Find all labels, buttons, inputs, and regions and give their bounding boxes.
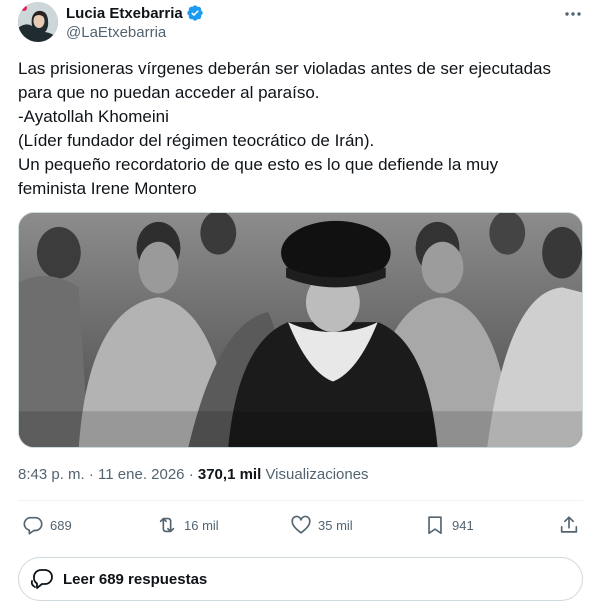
tweet-text-line: Un pequeño recordatorio de que esto es l… xyxy=(18,155,499,174)
chat-bubbles-icon xyxy=(30,569,53,589)
author-handle[interactable]: @LaEtxebarria xyxy=(66,24,204,41)
views-count: 370,1 mil xyxy=(197,466,262,483)
bookmark-button[interactable]: 941 xyxy=(424,512,474,538)
action-bar: 689 16 mil 35 mil 941 xyxy=(18,512,583,538)
verified-badge-icon xyxy=(186,4,204,22)
photo-image xyxy=(19,213,582,447)
avatar-image xyxy=(18,2,58,42)
bookmark-icon xyxy=(428,516,442,535)
divider xyxy=(18,500,583,501)
author-display-name[interactable]: Lucia Etxebarria xyxy=(66,5,183,22)
repost-icon xyxy=(159,517,175,533)
tweet-text-line: Las prisioneras vírgenes deberán ser vio… xyxy=(18,59,551,78)
read-replies-button[interactable]: Leer 689 respuestas xyxy=(18,557,583,601)
tweet-photo[interactable] xyxy=(18,212,583,448)
tweet-card: Lucia Etxebarria @LaEtxebarria Las prisi… xyxy=(0,0,593,610)
tweet-meta: 8:43 p. m. · 11 ene. 2026 · 370,1 mil Vi… xyxy=(18,466,369,483)
tweet-text-line: feminista Irene Montero xyxy=(18,179,197,198)
meta-separator: · xyxy=(88,466,94,483)
tweet-date[interactable]: 11 ene. 2026 xyxy=(98,466,184,483)
reply-icon xyxy=(23,516,43,535)
tweet-time[interactable]: 8:43 p. m. xyxy=(18,466,85,483)
author-info: Lucia Etxebarria @LaEtxebarria xyxy=(66,3,204,41)
bookmark-count: 941 xyxy=(452,517,474,533)
views-label: Visualizaciones xyxy=(265,466,369,483)
avatar[interactable] xyxy=(18,2,58,42)
meta-separator: · xyxy=(188,466,194,483)
share-button[interactable] xyxy=(558,512,580,538)
heart-icon xyxy=(291,515,311,534)
reply-count: 689 xyxy=(50,517,72,533)
tweet-text-line: -Ayatollah Khomeini xyxy=(18,107,169,126)
tweet-text-line: para que no puedan acceder al paraíso. xyxy=(18,83,320,102)
reply-button[interactable]: 689 xyxy=(22,512,72,538)
repost-count: 16 mil xyxy=(184,517,219,533)
like-count: 35 mil xyxy=(318,517,353,533)
tweet-text: Las prisioneras vírgenes deberán ser vio… xyxy=(18,57,583,201)
like-button[interactable]: 35 mil xyxy=(290,512,353,538)
more-horizontal-icon[interactable] xyxy=(563,4,583,24)
share-icon xyxy=(560,516,578,533)
tweet-header: Lucia Etxebarria @LaEtxebarria xyxy=(18,2,583,44)
repost-button[interactable]: 16 mil xyxy=(156,512,219,538)
tweet-text-line: (Líder fundador del régimen teocrático d… xyxy=(18,131,375,150)
read-replies-label: Leer 689 respuestas xyxy=(63,570,208,588)
